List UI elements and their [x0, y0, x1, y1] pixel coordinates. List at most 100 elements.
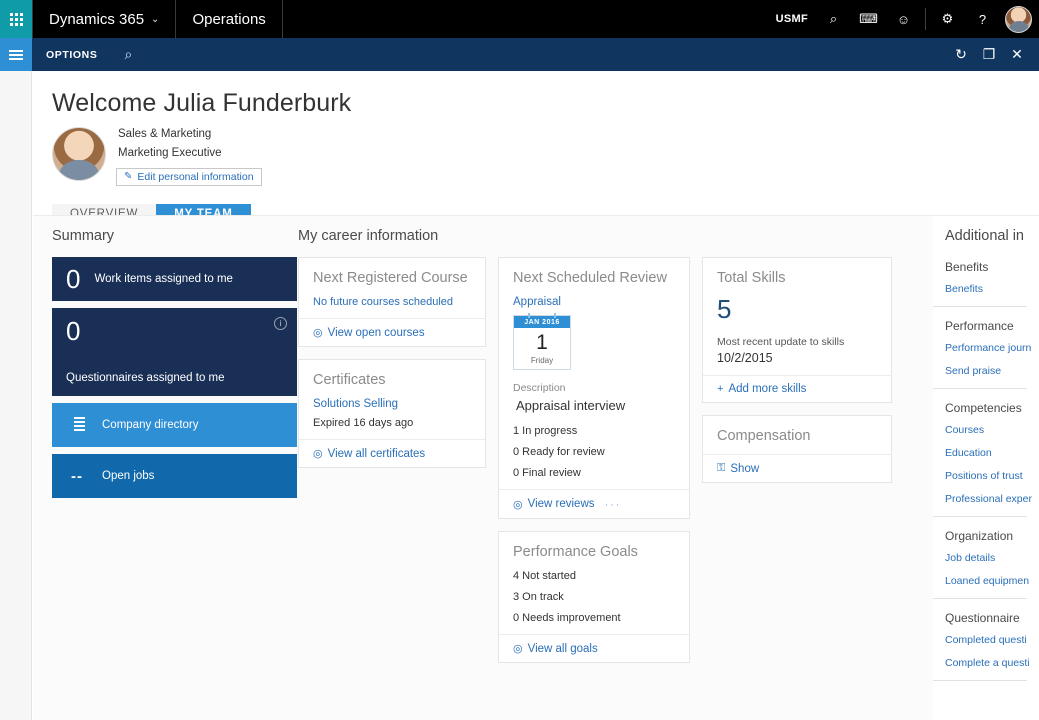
tile-questionnaires-count: 0	[66, 316, 81, 346]
edit-personal-information-button[interactable]: ✎ Edit personal information	[116, 167, 262, 186]
card-certificates: Certificates Solutions Selling Expired 1…	[298, 359, 486, 468]
view-icon: ◎	[513, 498, 523, 511]
additional-group-organization: Organization Job details Loaned equipmen	[933, 529, 1039, 587]
additional-link-courses[interactable]: Courses	[945, 424, 1039, 436]
additional-group-competencies-head: Competencies	[945, 401, 1022, 415]
cmdbar-window-actions: ↻ ❐ ✕	[947, 38, 1039, 71]
tile-open-jobs[interactable]: -- Open jobs	[52, 454, 297, 498]
calendar-month-label: JAN 2016	[514, 313, 570, 328]
next-course-status: No future courses scheduled	[313, 296, 454, 308]
additional-link-professional-experience[interactable]: Professional exper	[945, 493, 1039, 505]
tile-work-items-row: 0 Work items assigned to me	[52, 257, 297, 301]
appbar-divider	[925, 8, 926, 30]
plus-icon: +	[717, 383, 724, 395]
career-cards-col-2: Next Scheduled Review Appraisal JAN 2016…	[498, 257, 690, 675]
profile-department: Sales & Marketing	[118, 128, 212, 140]
goal-count-needs-improvement: 0 Needs improvement	[513, 612, 621, 624]
view-open-courses-link[interactable]: ◎ View open courses	[313, 326, 425, 340]
additional-link-performance-journal[interactable]: Performance journ	[945, 342, 1039, 354]
tile-questionnaires-body: 0 Questionnaires assigned to me	[52, 308, 297, 396]
feedback-smiley-icon[interactable]: ☺	[886, 0, 921, 38]
cmdbar-search-icon[interactable]: ⌕	[111, 38, 145, 71]
view-all-certificates-link[interactable]: ◎ View all certificates	[313, 447, 425, 461]
tile-open-jobs-label: Open jobs	[102, 470, 155, 482]
summary-title: Summary	[52, 228, 115, 244]
add-more-skills-label: Add more skills	[728, 383, 807, 395]
additional-group-performance: Performance Performance journ Send prais…	[933, 319, 1039, 377]
chat-icon[interactable]: ⌨	[851, 0, 886, 38]
card-next-registered-course: Next Registered Course No future courses…	[298, 257, 486, 347]
profile-block: Sales & Marketing Marketing Executive ✎ …	[33, 118, 1039, 186]
additional-link-send-praise[interactable]: Send praise	[945, 365, 1039, 377]
card-next-registered-course-actions: ◎ View open courses	[299, 318, 485, 346]
card-total-skills: Total Skills 5 Most recent update to ski…	[702, 257, 892, 403]
tile-company-directory-row: Company directory	[52, 403, 297, 447]
calendar-day-of-week: Friday	[530, 356, 554, 365]
card-compensation-body: Compensation	[703, 416, 891, 454]
app-launcher-grid-icon	[9, 12, 23, 26]
additional-group-questionnaire: Questionnaire Completed questi Complete …	[933, 611, 1039, 669]
additional-link-complete-a-questionnaire[interactable]: Complete a questi	[945, 657, 1039, 669]
card-performance-goals-title: Performance Goals	[513, 544, 638, 560]
additional-information-column: Additional in Benefits Benefits Performa…	[933, 216, 1039, 720]
additional-link-benefits[interactable]: Benefits	[945, 283, 1039, 295]
view-icon: ◎	[313, 448, 323, 460]
career-cards-grid: Next Registered Course No future courses…	[298, 257, 928, 675]
tile-company-directory-label: Company directory	[102, 419, 199, 431]
card-next-registered-course-body: Next Registered Course No future courses…	[299, 258, 485, 318]
appbar-spacer	[283, 0, 768, 38]
navigation-menu-button[interactable]	[0, 38, 32, 71]
additional-link-job-details[interactable]: Job details	[945, 552, 1039, 564]
card-performance-goals-body: Performance Goals 4 Not started 3 On tra…	[499, 532, 689, 634]
gear-icon[interactable]: ⚙	[930, 0, 965, 38]
career-title: My career information	[298, 228, 439, 244]
view-all-goals-link[interactable]: ◎ View all goals	[513, 642, 598, 656]
tile-work-items[interactable]: 0 Work items assigned to me	[52, 257, 297, 301]
total-skills-update-label: Most recent update to skills	[717, 336, 845, 348]
company-selector[interactable]: USMF	[768, 0, 816, 38]
card-certificates-body: Certificates Solutions Selling Expired 1…	[299, 360, 485, 439]
divider	[933, 680, 1027, 681]
additional-link-education[interactable]: Education	[945, 447, 1039, 459]
more-options-icon[interactable]: ···	[605, 497, 622, 511]
hamburger-icon	[9, 48, 23, 62]
certificate-status: Expired 16 days ago	[313, 417, 414, 429]
close-icon[interactable]: ✕	[1003, 38, 1031, 71]
card-next-registered-course-title: Next Registered Course	[313, 270, 468, 286]
card-performance-goals-actions: ◎ View all goals	[499, 634, 689, 662]
card-compensation: Compensation ⚿ Show	[702, 415, 892, 483]
tile-company-directory[interactable]: Company directory	[52, 403, 297, 447]
help-icon[interactable]: ?	[965, 0, 1000, 38]
view-open-courses-label: View open courses	[327, 326, 425, 339]
tile-open-jobs-row: -- Open jobs	[52, 454, 297, 498]
refresh-icon[interactable]: ↻	[947, 38, 975, 71]
additional-group-organization-head: Organization	[945, 529, 1014, 543]
additional-group-competencies: Competencies Courses Education Positions…	[933, 401, 1039, 505]
view-icon: ◎	[513, 643, 523, 655]
card-next-scheduled-review-actions: ◎ View reviews ···	[499, 489, 689, 518]
module-operations[interactable]: Operations	[176, 0, 283, 38]
view-reviews-link[interactable]: ◎ View reviews	[513, 498, 595, 511]
cmdbar-spacer	[145, 38, 947, 71]
additional-link-positions-of-trust[interactable]: Positions of trust	[945, 470, 1039, 482]
add-more-skills-link[interactable]: + Add more skills	[717, 383, 806, 395]
show-compensation-link[interactable]: ⚿ Show	[717, 462, 759, 475]
info-icon[interactable]: i	[274, 317, 287, 330]
popout-window-icon[interactable]: ❐	[975, 38, 1003, 71]
brand-dynamics365[interactable]: Dynamics 365 ⌄	[32, 0, 177, 38]
card-total-skills-actions: + Add more skills	[703, 375, 891, 402]
review-date-calendar: JAN 2016 1 Friday	[513, 313, 571, 370]
dashes-icon: --	[71, 467, 83, 485]
user-avatar[interactable]	[1005, 5, 1032, 33]
additional-link-loaned-equipment[interactable]: Loaned equipmen	[945, 575, 1039, 587]
tile-work-items-count: 0	[66, 264, 81, 294]
app-launcher-button[interactable]	[0, 0, 32, 38]
additional-link-completed-questionnaires[interactable]: Completed questi	[945, 634, 1039, 646]
options-button[interactable]: OPTIONS	[32, 38, 111, 71]
review-description-value: Appraisal interview	[516, 398, 626, 413]
career-cards-col-3: Total Skills 5 Most recent update to ski…	[702, 257, 892, 495]
review-count-in-progress: 1 In progress	[513, 425, 578, 437]
tile-questionnaires[interactable]: i 0 Questionnaires assigned to me	[52, 308, 297, 396]
search-icon[interactable]: ⌕	[816, 0, 851, 38]
top-app-bar: Dynamics 365 ⌄ Operations USMF ⌕ ⌨ ☺ ⚙ ?	[0, 0, 1039, 38]
